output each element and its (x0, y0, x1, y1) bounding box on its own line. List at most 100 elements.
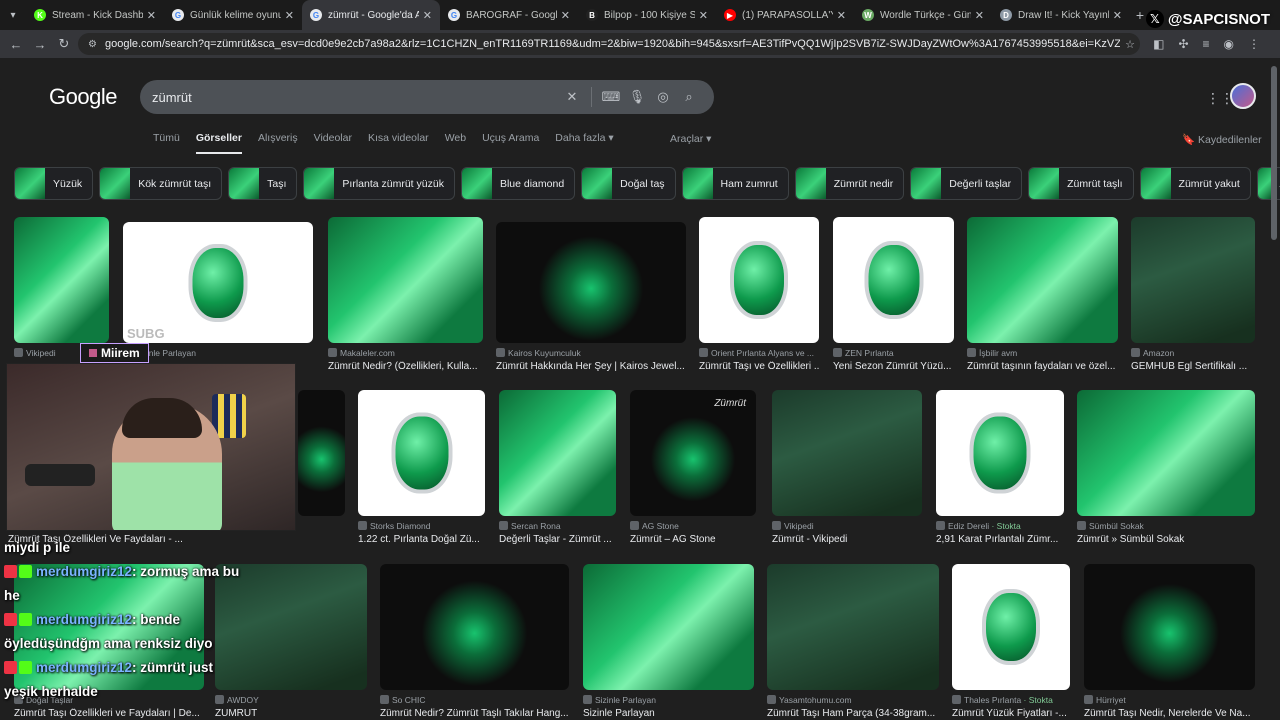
lens-icon[interactable]: ◎ (650, 89, 676, 105)
result-caption[interactable]: Zümrüt - Vikipedi (772, 534, 922, 545)
result-source[interactable]: Sizinle Parlayan (123, 348, 313, 358)
result-image[interactable]: SUBG (123, 222, 313, 343)
result-caption[interactable]: 1.22 ct. Pırlanta Doğal Zü... (358, 534, 485, 545)
search-icon[interactable]: ⌕ (676, 89, 702, 105)
result-image[interactable] (952, 564, 1070, 690)
forward-icon[interactable]: → (28, 37, 52, 52)
result-caption[interactable]: Zümrüt Nedir? Zümrüt Taşlı Takılar Hang.… (380, 708, 569, 719)
result-image[interactable] (496, 222, 686, 343)
saved-button[interactable]: 🔖 Kaydedilenler (1182, 133, 1262, 146)
tab-close-icon[interactable]: ✕ (699, 9, 708, 22)
back-icon[interactable]: ← (4, 37, 28, 52)
related-chip[interactable]: Doğal taş (581, 167, 676, 200)
result-source[interactable]: Yasamtohumu.com (767, 695, 939, 705)
media-icon[interactable]: ≡ (1203, 37, 1210, 51)
result-source[interactable]: Makaleler.com (328, 348, 483, 358)
result-image[interactable] (499, 390, 616, 516)
result-image[interactable] (967, 217, 1118, 343)
result-source[interactable]: Ediz Dereli · Stokta (936, 521, 1064, 531)
result-caption[interactable]: Zümrüt Nedir? (Özellikleri, Kulla... (328, 361, 483, 372)
result-image[interactable] (328, 217, 483, 343)
mic-icon[interactable]: 🎙 (624, 89, 650, 105)
result-image[interactable] (767, 564, 939, 690)
browser-tab[interactable]: K Stream - Kick Dashboard ✕ (26, 0, 164, 30)
result-source[interactable]: Sercan Rona (499, 521, 619, 531)
related-chip[interactable]: Zümrüt yakut (1139, 167, 1251, 200)
result-source[interactable]: Amazon (1131, 348, 1255, 358)
result-caption[interactable]: Zümrüt Taşı Özellikleri ve Faydaları | D… (14, 708, 204, 719)
result-image[interactable] (380, 564, 569, 690)
search-box[interactable]: zümrüt ✕ ⌨ 🎙 ◎ ⌕ (140, 80, 714, 114)
extension-icon[interactable]: ◧ (1153, 37, 1164, 51)
related-chip[interactable]: Kök zümrüt taşı (99, 167, 223, 200)
result-caption[interactable]: Zümrüt Taşı Ham Parça (34-38gram... (767, 708, 939, 719)
page-scrollbar[interactable] (1271, 66, 1277, 240)
tab-3[interactable]: Videolar (314, 132, 352, 154)
tab-close-icon[interactable]: ✕ (423, 9, 432, 22)
result-image[interactable] (1077, 390, 1255, 516)
result-caption[interactable]: Zümrüt Taşı Nedir, Nerelerde Ve Na... (1084, 708, 1255, 719)
tab-1[interactable]: Görseller (195, 132, 242, 154)
avatar[interactable] (1230, 83, 1256, 109)
address-bar[interactable]: ⚙ google.com/search?q=zümrüt&sca_esv=dcd… (78, 33, 1140, 55)
related-chip[interactable]: Taşı (228, 167, 298, 200)
result-image[interactable] (14, 217, 109, 343)
keyboard-icon[interactable]: ⌨ (598, 89, 624, 105)
tab-close-icon[interactable]: ✕ (975, 9, 984, 22)
result-source[interactable]: Storks Diamond (358, 521, 485, 531)
result-caption[interactable]: Yeni Sezon Zümrüt Yüzü... (833, 361, 954, 372)
result-image[interactable] (583, 564, 754, 690)
result-source[interactable]: So CHIC (380, 695, 569, 705)
result-image[interactable] (699, 217, 819, 343)
search-input[interactable]: zümrüt (152, 90, 559, 105)
browser-tab[interactable]: W Wordle Türkçe - Günlük K ✕ (854, 0, 992, 30)
result-image[interactable] (1131, 217, 1255, 343)
result-caption[interactable]: 2,91 Karat Pırlantalı Zümr... (936, 534, 1064, 545)
related-chip[interactable]: Pırlanta zümrüt yüzük (303, 167, 455, 200)
related-chip[interactable]: Değerli taşlar (910, 167, 1023, 200)
related-chip[interactable]: Zümrüt taşlı (1028, 167, 1134, 200)
address-url[interactable]: google.com/search?q=zümrüt&sca_esv=dcd0e… (105, 38, 1120, 50)
result-caption[interactable]: ZUMRUT (215, 708, 367, 719)
result-image[interactable] (772, 390, 922, 516)
result-source[interactable]: Kairos Kuyumculuk (496, 348, 686, 358)
result-image[interactable] (833, 217, 954, 343)
tab-close-icon[interactable]: ✕ (147, 9, 156, 22)
result-caption[interactable]: Zümrüt taşının faydaları ve özel... (967, 361, 1118, 372)
result-caption[interactable]: Zümrüt – AG Stone (630, 534, 756, 545)
result-source[interactable]: Orient Pırlanta Alyans ve ... (699, 348, 819, 358)
result-source[interactable]: Vikipedi (772, 521, 922, 531)
result-source[interactable]: AG Stone (630, 521, 756, 531)
browser-tab[interactable]: ▶ (1) PARAPASOLLA'YA HOŞ ✕ (716, 0, 854, 30)
result-caption[interactable]: Zümrüt Hakkında Her Şey | Kairos Jewel..… (496, 361, 686, 372)
tab-close-icon[interactable]: ✕ (561, 9, 570, 22)
result-caption[interactable]: Zümrüt Taşı ve Özellikleri ... (699, 361, 819, 372)
profile-icon[interactable]: ◉ (1224, 37, 1234, 51)
related-chip[interactable]: Ham zumrut (681, 167, 789, 200)
tab-close-icon[interactable]: ✕ (1113, 9, 1122, 22)
bookmark-star-icon[interactable]: ☆ (1120, 38, 1140, 51)
result-caption[interactable]: Zümrüt » Sümbül Sokak (1077, 534, 1255, 545)
result-image[interactable] (1084, 564, 1255, 690)
tab-6[interactable]: Uçuş Arama (482, 132, 539, 154)
result-source[interactable]: Thales Pırlanta · Stokta (952, 695, 1072, 705)
browser-tab[interactable]: G Günlük kelime oyunu - p ✕ (164, 0, 302, 30)
menu-icon[interactable]: ⋮ (1248, 37, 1260, 51)
result-image[interactable] (936, 390, 1064, 516)
result-source[interactable]: Sizinle Parlayan (583, 695, 754, 705)
tab-2[interactable]: Alışveriş (258, 132, 298, 154)
clear-icon[interactable]: ✕ (559, 89, 585, 105)
tab-7[interactable]: Daha fazla ▾ (555, 132, 613, 154)
tab-search-icon[interactable]: ▾ (0, 0, 26, 30)
google-logo[interactable]: Google (49, 84, 117, 110)
tools-button[interactable]: Araçlar ▾ (670, 133, 711, 145)
related-chip[interactable]: Yüzük (14, 167, 94, 200)
site-info-icon[interactable]: ⚙ (88, 39, 97, 50)
result-caption[interactable]: GEMHUB Egl Sertifikalı ... (1131, 361, 1255, 372)
result-caption[interactable]: Sizinle Parlayan (583, 708, 754, 719)
result-source[interactable]: İşbilir avm (967, 348, 1118, 358)
reload-icon[interactable]: ↻ (52, 36, 76, 52)
related-chip[interactable]: Blue diamond (460, 167, 576, 200)
tab-4[interactable]: Kısa videolar (368, 132, 429, 154)
tab-close-icon[interactable]: ✕ (837, 9, 846, 22)
